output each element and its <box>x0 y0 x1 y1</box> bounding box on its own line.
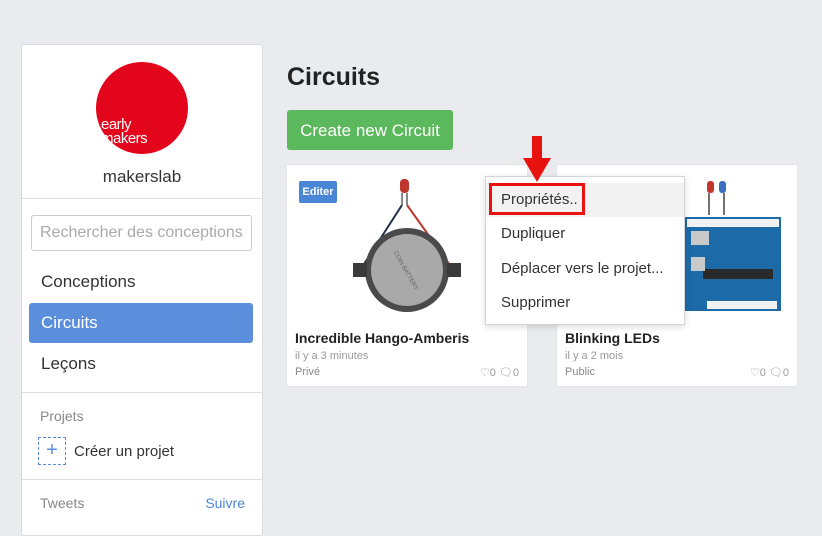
heart-icon: ♡ <box>479 367 490 379</box>
menu-item-delete[interactable]: Supprimer <box>486 286 684 320</box>
comment-count: 0 <box>512 367 519 379</box>
card-time: il y a 2 mois <box>565 350 624 362</box>
create-project-label: Créer un projet <box>74 443 175 460</box>
like-count: 0 <box>489 367 496 379</box>
down-arrow-icon <box>523 136 551 182</box>
projects-heading: Projets <box>40 408 84 424</box>
create-circuit-button[interactable]: Create new Circuit <box>287 110 453 150</box>
card-visibility: Public <box>565 366 595 378</box>
logo-line2: makers <box>101 130 148 147</box>
logo-text: early makers <box>101 117 148 147</box>
card-title[interactable]: Incredible Hango-Amberis <box>295 330 469 346</box>
divider <box>22 198 262 199</box>
card-time: il y a 3 minutes <box>295 350 369 362</box>
card-visibility: Privé <box>295 366 321 378</box>
comment-icon: 🗨︎ <box>768 367 783 379</box>
plus-icon: + <box>38 437 66 465</box>
menu-item-duplicate[interactable]: Dupliquer <box>486 217 684 251</box>
card-stats: ♡0 🗨︎0 <box>750 366 789 379</box>
divider <box>22 479 262 480</box>
username[interactable]: makerslab <box>22 167 262 187</box>
follow-link[interactable]: Suivre <box>205 495 245 511</box>
nav-item-circuits[interactable]: Circuits <box>29 303 253 343</box>
divider <box>22 392 262 393</box>
annotation-highlight-box <box>489 183 585 215</box>
card-stats: ♡0 🗨︎0 <box>480 366 519 379</box>
menu-item-move-to-project[interactable]: Déplacer vers le projet... <box>486 252 684 286</box>
nav-item-conceptions[interactable]: Conceptions <box>29 262 253 302</box>
edit-badge[interactable]: Editer <box>299 181 337 203</box>
card-title[interactable]: Blinking LEDs <box>565 330 660 346</box>
comment-count: 0 <box>782 367 789 379</box>
page-title: Circuits <box>287 63 381 91</box>
heart-icon: ♡ <box>749 367 760 379</box>
nav-item-lecons[interactable]: Leçons <box>29 344 253 384</box>
tweets-heading: Tweets <box>40 495 85 511</box>
search-input[interactable] <box>31 215 252 251</box>
avatar[interactable]: early makers <box>96 62 188 154</box>
like-count: 0 <box>759 367 766 379</box>
comment-icon: 🗨︎ <box>498 367 513 379</box>
sidebar: early makers makerslab Conceptions Circu… <box>21 44 263 536</box>
